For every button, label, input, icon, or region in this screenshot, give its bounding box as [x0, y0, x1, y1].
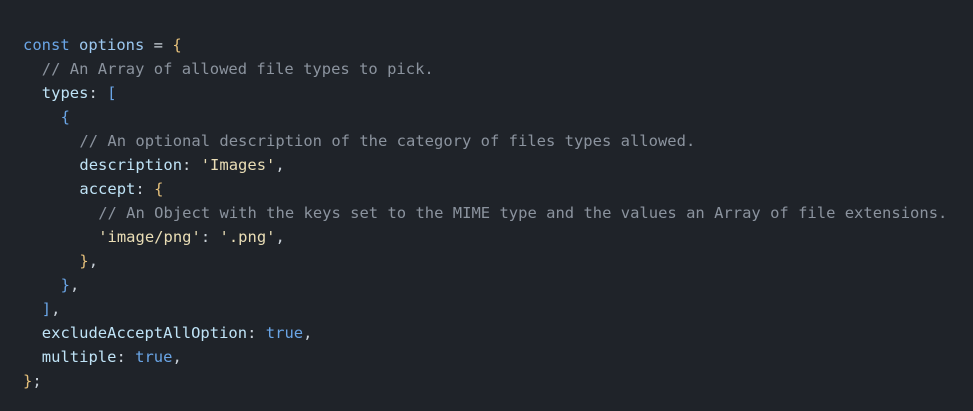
- code-line-14: multiple: true,: [23, 345, 947, 369]
- token: ]: [41, 300, 52, 318]
- token: types: [41, 84, 89, 102]
- token: :: [247, 324, 266, 342]
- token: :: [88, 84, 108, 102]
- token: }: [60, 276, 70, 294]
- code-line-12: ],: [23, 297, 947, 321]
- code-block[interactable]: const options = { // An Array of allowed…: [23, 33, 947, 393]
- token: ,: [303, 324, 313, 342]
- token: {: [172, 36, 182, 54]
- token: {: [154, 180, 164, 198]
- token: ,: [51, 300, 61, 318]
- code-line-2: // An Array of allowed file types to pic…: [23, 57, 947, 81]
- code-line-13: excludeAcceptAllOption: true,: [23, 321, 947, 345]
- token: ;: [32, 372, 42, 390]
- token: excludeAcceptAllOption: [41, 324, 248, 342]
- token: 'image/png': [98, 228, 201, 246]
- comment: // An optional description of the catego…: [79, 132, 696, 150]
- token: :: [200, 228, 220, 246]
- token: multiple: [41, 348, 117, 366]
- token: ,: [88, 252, 99, 270]
- token: ,: [275, 156, 285, 174]
- comment: // An Object with the keys set to the MI…: [98, 204, 948, 222]
- code-line-7: accept: {: [23, 177, 947, 201]
- token: options: [79, 36, 145, 54]
- token: description: [79, 156, 183, 174]
- code-line-1: const options = {: [23, 33, 947, 57]
- comment: // An Array of allowed file types to pic…: [41, 60, 434, 78]
- code-line-5: // An optional description of the catego…: [23, 129, 947, 153]
- code-line-3: types: [: [23, 81, 947, 105]
- token: {: [60, 108, 70, 126]
- code-editor[interactable]: const options = { // An Array of allowed…: [0, 0, 973, 411]
- token: [: [107, 84, 117, 102]
- code-line-10: },: [23, 249, 947, 273]
- code-line-15: };: [23, 369, 947, 393]
- token: accept: [79, 180, 136, 198]
- token: ,: [275, 228, 285, 246]
- token: ,: [172, 348, 182, 366]
- code-line-4: {: [23, 105, 947, 129]
- token: :: [182, 156, 201, 174]
- code-line-9: 'image/png': '.png',: [23, 225, 947, 249]
- token: true: [265, 324, 304, 342]
- code-line-6: description: 'Images',: [23, 153, 947, 177]
- token: :: [135, 180, 155, 198]
- token: :: [116, 348, 136, 366]
- code-line-8: // An Object with the keys set to the MI…: [23, 201, 947, 225]
- token: }: [79, 252, 89, 270]
- token: true: [135, 348, 173, 366]
- code-line-11: },: [23, 273, 947, 297]
- token: '.png': [219, 228, 276, 246]
- token: 'Images': [200, 156, 276, 174]
- token: }: [23, 372, 33, 390]
- token: =: [144, 36, 173, 54]
- token: ,: [69, 276, 80, 294]
- token: const: [23, 36, 70, 54]
